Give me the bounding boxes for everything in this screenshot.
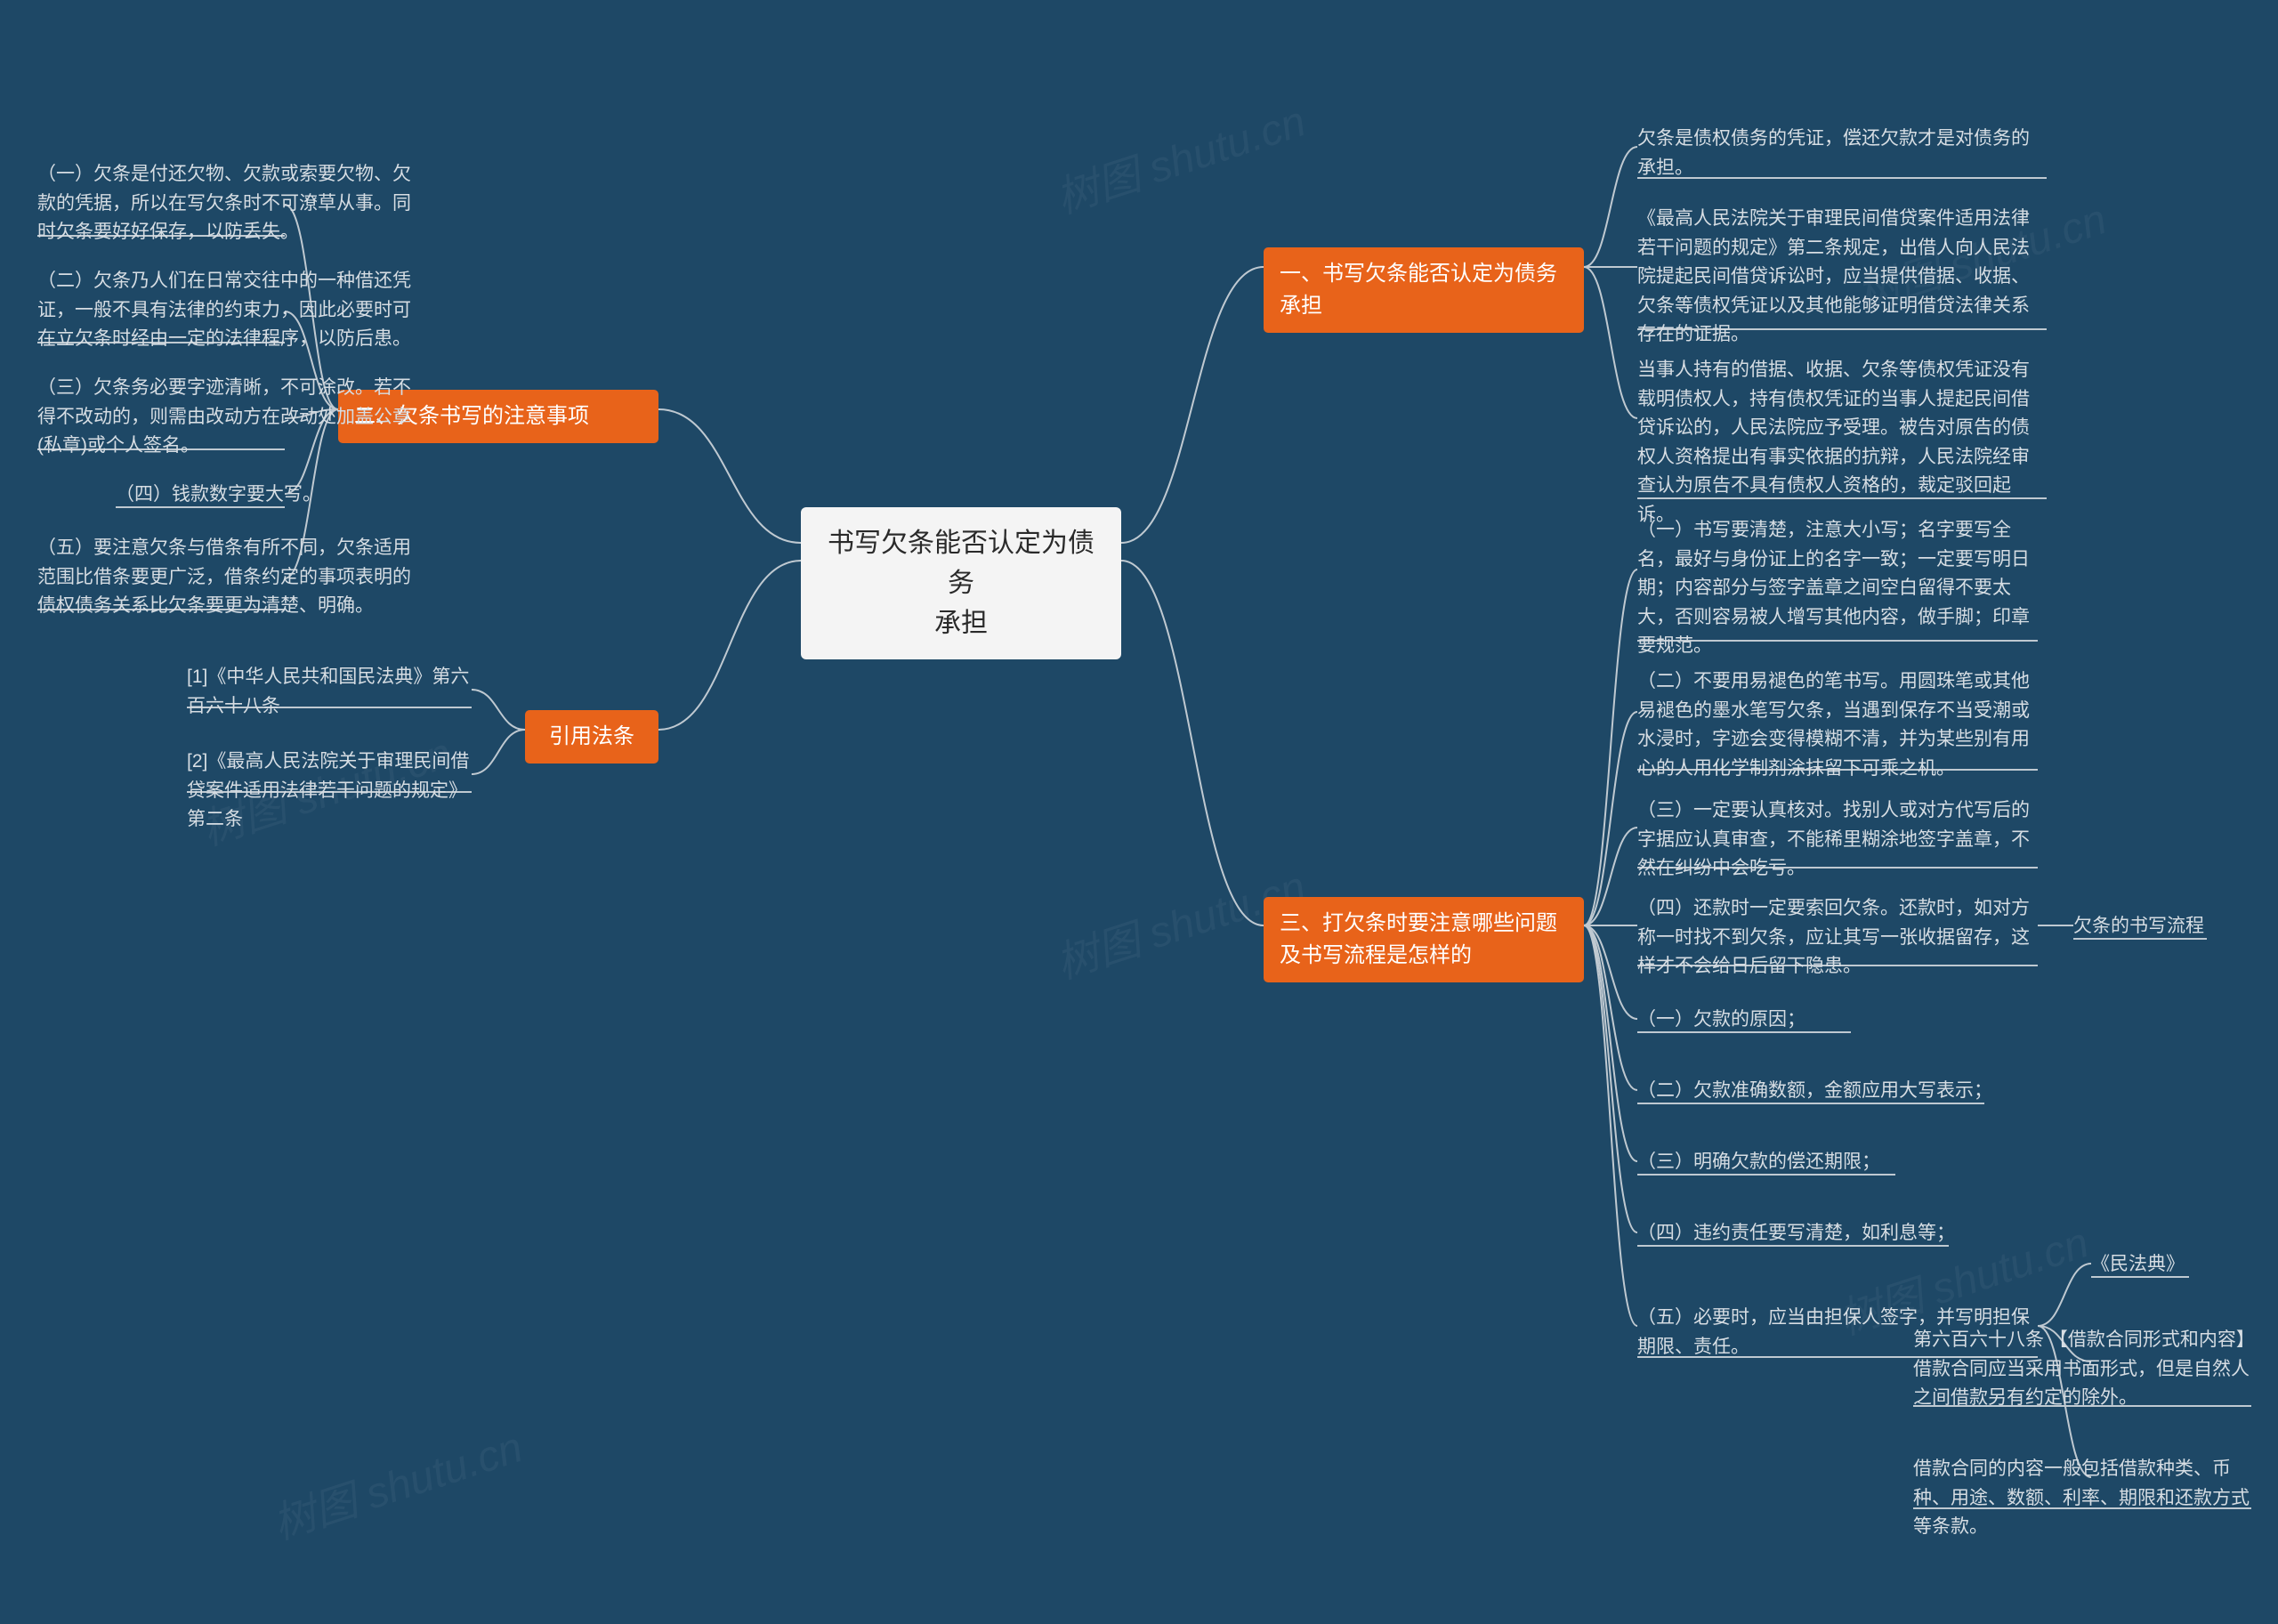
s3-leaf-9-sub1: 《民法典》	[2091, 1250, 2185, 1280]
s3-leaf-9-sub3: 借款合同的内容一般包括借款种类、币种、用途、数额、利率、期限和还款方式等条款。	[1913, 1455, 2251, 1542]
s1-leaf-3: 当事人持有的借据、收据、欠条等债权凭证没有载明债权人，持有债权凭证的当事人提起民…	[1637, 356, 2038, 529]
s3-leaf-9-sub2: 第六百六十八条 【借款合同形式和内容】借款合同应当采用书面形式，但是自然人之间借…	[1913, 1326, 2251, 1413]
s2-leaf-5: （五）要注意欠条与借条有所不同，欠条适用范围比借条要更广泛，借条约定的事项表明的…	[37, 534, 429, 621]
s3-leaf-7: （三）明确欠款的偿还期限；	[1637, 1148, 1880, 1177]
s2-leaf-3: （三）欠条务必要字迹清晰，不可涂改。若不得不改动的，则需由改动方在改动处加盖公章…	[37, 374, 429, 461]
s3-leaf-8: （四）违约责任要写清楚，如利息等；	[1637, 1219, 1955, 1248]
section-ref[interactable]: 引用法条	[525, 710, 658, 764]
root-node[interactable]: 书写欠条能否认定为债务 承担	[801, 507, 1121, 659]
watermark: 树图 shutu.cn	[1046, 86, 1312, 225]
s2-leaf-4: （四）钱款数字要大写。	[116, 481, 321, 510]
s1-leaf-1: 欠条是债权债务的凭证，偿还欠款才是对债务的承担。	[1637, 125, 2038, 182]
s2-leaf-1: （一）欠条是付还欠物、欠款或索要欠物、欠款的凭据，所以在写欠条时不可潦草从事。同…	[37, 160, 429, 247]
watermark: 树图 shutu.cn	[263, 1412, 529, 1551]
s3-leaf-2: （二）不要用易褪色的笔书写。用圆珠笔或其他易褪色的墨水笔写欠条，当遇到保存不当受…	[1637, 667, 2038, 783]
s3-leaf-6: （二）欠款准确数额，金额应用大写表示；	[1637, 1077, 1992, 1106]
s1-leaf-2: 《最高人民法院关于审理民间借贷案件适用法律若干问题的规定》第二条规定，出借人向人…	[1637, 205, 2038, 350]
root-title-l2: 承担	[822, 603, 1100, 643]
ref-leaf-2: [2]《最高人民法院关于审理民间借贷案件适用法律若干问题的规定》第二条	[187, 747, 472, 835]
root-title-l1: 书写欠条能否认定为债务	[822, 523, 1100, 603]
section-1[interactable]: 一、书写欠条能否认定为债务承担	[1264, 247, 1584, 333]
s2-leaf-2: （二）欠条乃人们在日常交往中的一种借还凭证，一般不具有法律的约束力，因此必要时可…	[37, 267, 429, 354]
s3-leaf-3: （三）一定要认真核对。找别人或对方代写后的字据应认真审查，不能稀里糊涂地签字盖章…	[1637, 796, 2038, 884]
s3-leaf-5: （一）欠款的原因；	[1637, 1006, 1805, 1035]
s3-leaf-4: （四）还款时一定要索回欠条。还款时，如对方称一时找不到欠条，应让其写一张收据留存…	[1637, 894, 2038, 982]
s3-leaf-1: （一）书写要清楚，注意大小写；名字要写全名，最好与身份证上的名字一致；一定要写明…	[1637, 516, 2038, 661]
s3-leaf-4-sub: 欠条的书写流程	[2073, 912, 2204, 941]
ref-leaf-1: [1]《中华人民共和国民法典》第六百六十八条	[187, 663, 472, 721]
section-3[interactable]: 三、打欠条时要注意哪些问题及书写流程是怎样的	[1264, 897, 1584, 982]
